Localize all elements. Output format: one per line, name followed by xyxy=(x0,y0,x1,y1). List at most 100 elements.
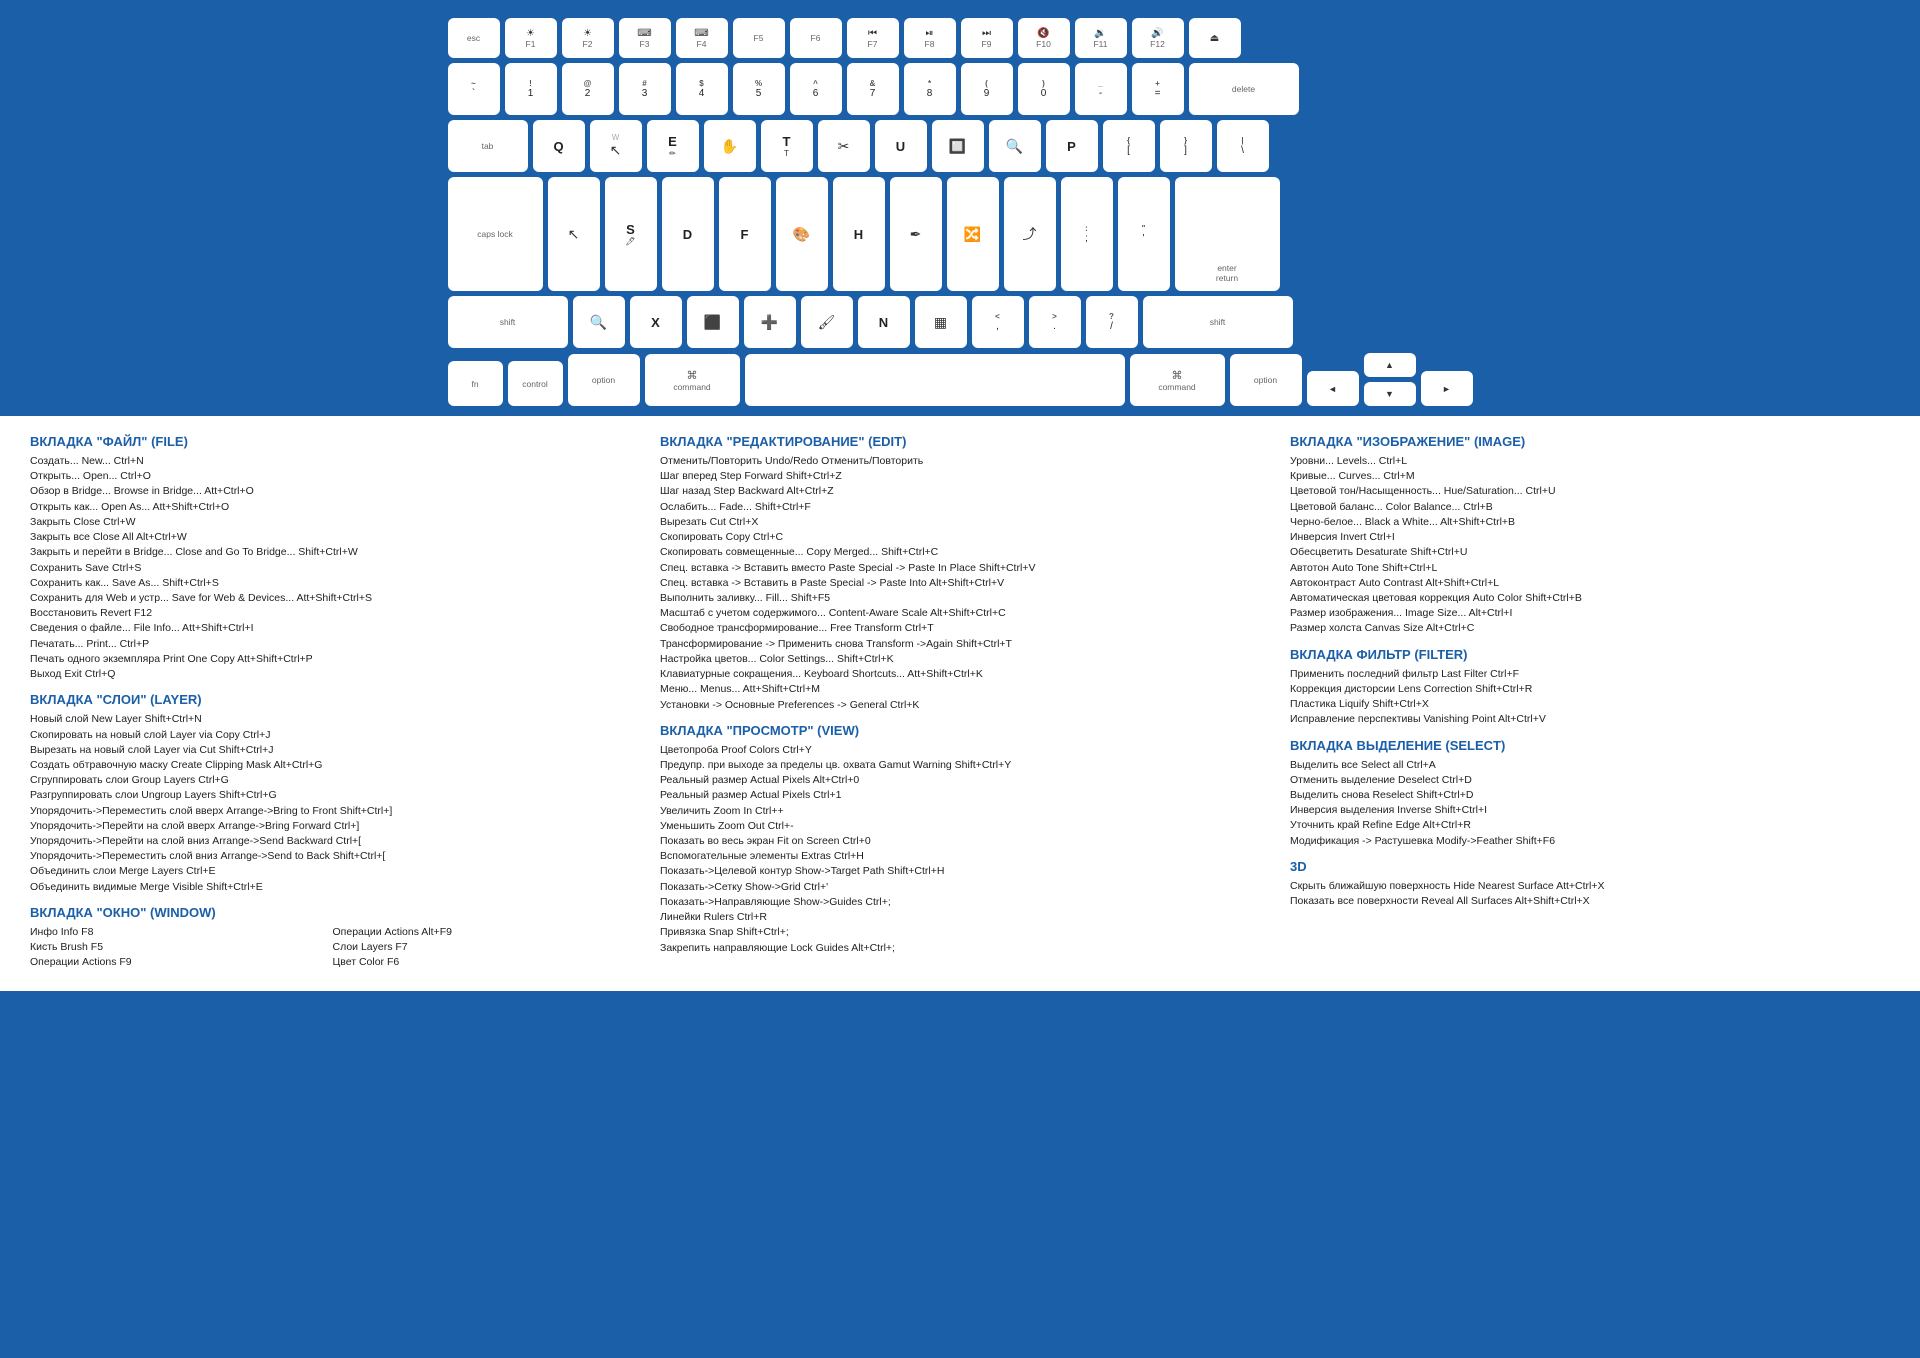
modifier-row: fn control option ⌘ command ⌘ command op… xyxy=(448,353,1473,406)
key-f11[interactable]: 🔉 F11 xyxy=(1075,18,1127,58)
key-p[interactable]: P xyxy=(1046,120,1098,172)
key-m[interactable]: ▦ xyxy=(915,296,967,348)
key-f12[interactable]: 🔊 F12 xyxy=(1132,18,1184,58)
key-2[interactable]: @ 2 xyxy=(562,63,614,115)
key-lbracket[interactable]: { [ xyxy=(1103,120,1155,172)
key-b[interactable]: 🖌 xyxy=(801,296,853,348)
key-semicolon[interactable]: : ; xyxy=(1061,177,1113,291)
list-item: Инверсия выделения Inverse Shift+Ctrl+I xyxy=(1290,803,1890,818)
key-quote[interactable]: " ' xyxy=(1118,177,1170,291)
key-command-left[interactable]: ⌘ command xyxy=(645,354,740,406)
key-y[interactable]: ✂ xyxy=(818,120,870,172)
image-shortcuts: Уровни... Levels... Ctrl+LКривые... Curv… xyxy=(1290,454,1890,637)
key-v[interactable]: ➕ xyxy=(744,296,796,348)
key-8[interactable]: * 8 xyxy=(904,63,956,115)
key-f6[interactable]: F6 xyxy=(790,18,842,58)
key-backspace[interactable]: delete xyxy=(1189,63,1299,115)
key-arrow-right[interactable]: ► xyxy=(1421,371,1473,406)
key-arrow-left[interactable]: ◄ xyxy=(1307,371,1359,406)
key-1[interactable]: ! 1 xyxy=(505,63,557,115)
window-shortcuts: Инфо Info F8Кисть Brush F5Операции Actio… xyxy=(30,925,630,971)
key-tab[interactable]: tab xyxy=(448,120,528,172)
key-u[interactable]: U xyxy=(875,120,927,172)
key-arrow-down[interactable]: ▼ xyxy=(1364,382,1416,406)
key-control[interactable]: control xyxy=(508,361,563,406)
key-f3[interactable]: ⌨ F3 xyxy=(619,18,671,58)
key-n[interactable]: N xyxy=(858,296,910,348)
key-option-right[interactable]: option xyxy=(1230,354,1302,406)
key-q[interactable]: Q xyxy=(533,120,585,172)
key-shift-right[interactable]: shift xyxy=(1143,296,1293,348)
key-f4[interactable]: ⌨ F4 xyxy=(676,18,728,58)
key-5[interactable]: % 5 xyxy=(733,63,785,115)
key-4[interactable]: $ 4 xyxy=(676,63,728,115)
key-esc[interactable]: esc xyxy=(448,18,500,58)
key-backslash[interactable]: | \ xyxy=(1217,120,1269,172)
key-k[interactable]: 🔀 xyxy=(947,177,999,291)
list-item: Скрыть ближайшую поверхность Hide Neares… xyxy=(1290,879,1890,894)
key-6[interactable]: ^ 6 xyxy=(790,63,842,115)
window-title: ВКЛАДКА "ОКНО" (WINDOW) xyxy=(30,905,630,920)
key-r[interactable]: ✋ xyxy=(704,120,756,172)
key-space[interactable] xyxy=(745,354,1125,406)
edit-title: ВКЛАДКА "РЕДАКТИРОВАНИЕ" (EDIT) xyxy=(660,434,1260,449)
key-s[interactable]: S 🖊 xyxy=(605,177,657,291)
key-j[interactable]: ✒ xyxy=(890,177,942,291)
key-i[interactable]: 🔲 xyxy=(932,120,984,172)
key-z[interactable]: 🔍 xyxy=(573,296,625,348)
list-item: Коррекция дисторсии Lens Correction Shif… xyxy=(1290,682,1890,697)
key-fn[interactable]: fn xyxy=(448,361,503,406)
key-o[interactable]: 🔍 xyxy=(989,120,1041,172)
key-9[interactable]: ( 9 xyxy=(961,63,1013,115)
key-e[interactable]: E ✏ xyxy=(647,120,699,172)
key-h[interactable]: H xyxy=(833,177,885,291)
list-item: Ослабить... Fade... Shift+Ctrl+F xyxy=(660,500,1260,515)
list-item: Применить последний фильтр Last Filter C… xyxy=(1290,667,1890,682)
key-f10[interactable]: 🔇 F10 xyxy=(1018,18,1070,58)
key-3[interactable]: # 3 xyxy=(619,63,671,115)
key-f2[interactable]: ☀ F2 xyxy=(562,18,614,58)
filter-title: ВКЛАДКА ФИЛЬТР (FILTER) xyxy=(1290,647,1890,662)
key-c[interactable]: ⬛ xyxy=(687,296,739,348)
key-l[interactable]: ⤴ xyxy=(1004,177,1056,291)
key-enter[interactable]: enter return xyxy=(1175,177,1280,291)
key-f1[interactable]: ☀ F1 xyxy=(505,18,557,58)
key-d[interactable]: D xyxy=(662,177,714,291)
keyboard-section: esc ☀ F1 ☀ F2 ⌨ F3 ⌨ F4 F5 F6 xyxy=(0,0,1920,416)
key-w[interactable]: W ↖ xyxy=(590,120,642,172)
qwerty-row: tab Q W ↖ E ✏ ✋ T T ✂ xyxy=(448,120,1473,172)
list-item: Закрыть все Close All Alt+Ctrl+W xyxy=(30,530,630,545)
key-f[interactable]: F xyxy=(719,177,771,291)
key-minus[interactable]: _ - xyxy=(1075,63,1127,115)
key-tilde[interactable]: ~ ` xyxy=(448,63,500,115)
key-g[interactable]: 🎨 xyxy=(776,177,828,291)
list-item: Сгруппировать слои Group Layers Ctrl+G xyxy=(30,773,630,788)
list-item: Восстановить Revert F12 xyxy=(30,606,630,621)
list-item: Обесцветить Desaturate Shift+Ctrl+U xyxy=(1290,545,1890,560)
list-item: Шаг назад Step Backward Alt+Ctrl+Z xyxy=(660,484,1260,499)
key-equals[interactable]: + = xyxy=(1132,63,1184,115)
key-option-left[interactable]: option xyxy=(568,354,640,406)
key-f7[interactable]: ⏮ F7 xyxy=(847,18,899,58)
key-7[interactable]: & 7 xyxy=(847,63,899,115)
key-x[interactable]: X xyxy=(630,296,682,348)
key-eject[interactable]: ⏏ xyxy=(1189,18,1241,58)
list-item: Линейки Rulers Ctrl+R xyxy=(660,910,1260,925)
key-command-right[interactable]: ⌘ command xyxy=(1130,354,1225,406)
key-comma[interactable]: < , xyxy=(972,296,1024,348)
key-a[interactable]: ↖ xyxy=(548,177,600,291)
list-item: Клавиатурные сокращения... Keyboard Shor… xyxy=(660,667,1260,682)
key-period[interactable]: > . xyxy=(1029,296,1081,348)
list-item: Увеличить Zoom In Ctrl++ xyxy=(660,804,1260,819)
key-capslock[interactable]: caps lock xyxy=(448,177,543,291)
key-0[interactable]: ) 0 xyxy=(1018,63,1070,115)
key-t[interactable]: T T xyxy=(761,120,813,172)
list-item: Упорядочить->Перейти на слой вверх Arran… xyxy=(30,819,630,834)
key-rbracket[interactable]: } ] xyxy=(1160,120,1212,172)
key-slash[interactable]: ? / xyxy=(1086,296,1138,348)
key-f9[interactable]: ⏭ F9 xyxy=(961,18,1013,58)
key-f8[interactable]: ⏯ F8 xyxy=(904,18,956,58)
key-arrow-up[interactable]: ▲ xyxy=(1364,353,1416,377)
key-f5[interactable]: F5 xyxy=(733,18,785,58)
key-shift-left[interactable]: shift xyxy=(448,296,568,348)
